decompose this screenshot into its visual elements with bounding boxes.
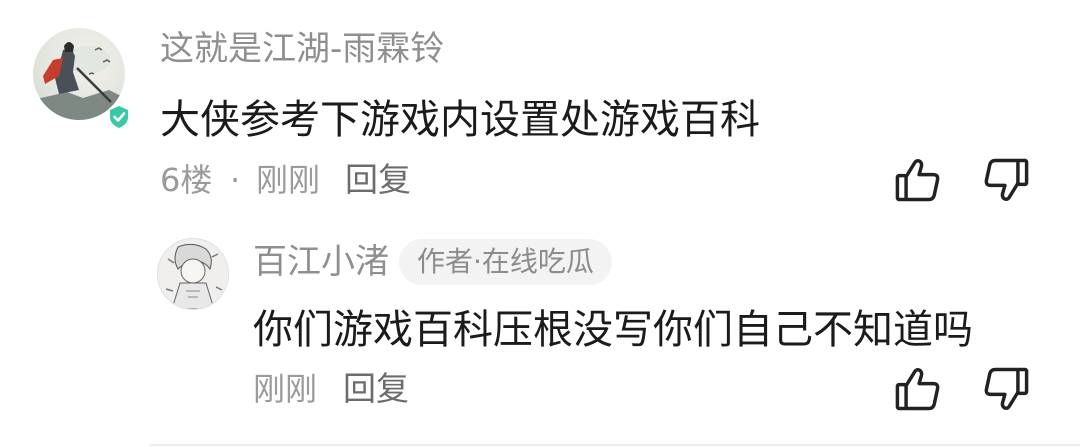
comment-time: 刚刚: [256, 161, 321, 199]
comment-text: 大侠参考下游戏内设置处游戏百科: [160, 97, 760, 143]
thumbs-up-icon: [895, 158, 940, 202]
reply-time: 刚刚: [253, 370, 318, 408]
meta-separator: ·: [230, 161, 241, 199]
comment-like-button[interactable]: [892, 154, 944, 206]
reply-reply-button[interactable]: 回复: [343, 370, 409, 408]
thumbs-up-icon: [895, 367, 940, 411]
thumbs-down-icon: [984, 367, 1029, 411]
reply-dislike-button[interactable]: [980, 363, 1032, 415]
reply-like-button[interactable]: [892, 363, 944, 415]
replier-avatar[interactable]: [157, 238, 229, 310]
commenter-username[interactable]: 这就是江湖-雨霖铃: [160, 29, 444, 69]
thumbs-down-icon: [984, 158, 1029, 202]
replier-username[interactable]: 百江小渚: [253, 242, 389, 282]
comment-floor: 6楼: [160, 161, 213, 199]
comment-dislike-button[interactable]: [980, 154, 1032, 206]
verified-badge: [106, 104, 132, 130]
verified-badge-icon: [110, 106, 128, 128]
author-badge: 作者·在线吃瓜: [399, 239, 612, 285]
comment-reply-button[interactable]: 回复: [345, 161, 411, 199]
avatar-image: [165, 243, 223, 309]
reply-text: 你们游戏百科压根没写你们自己不知道吗: [253, 307, 973, 353]
comment-divider: [150, 444, 1080, 446]
